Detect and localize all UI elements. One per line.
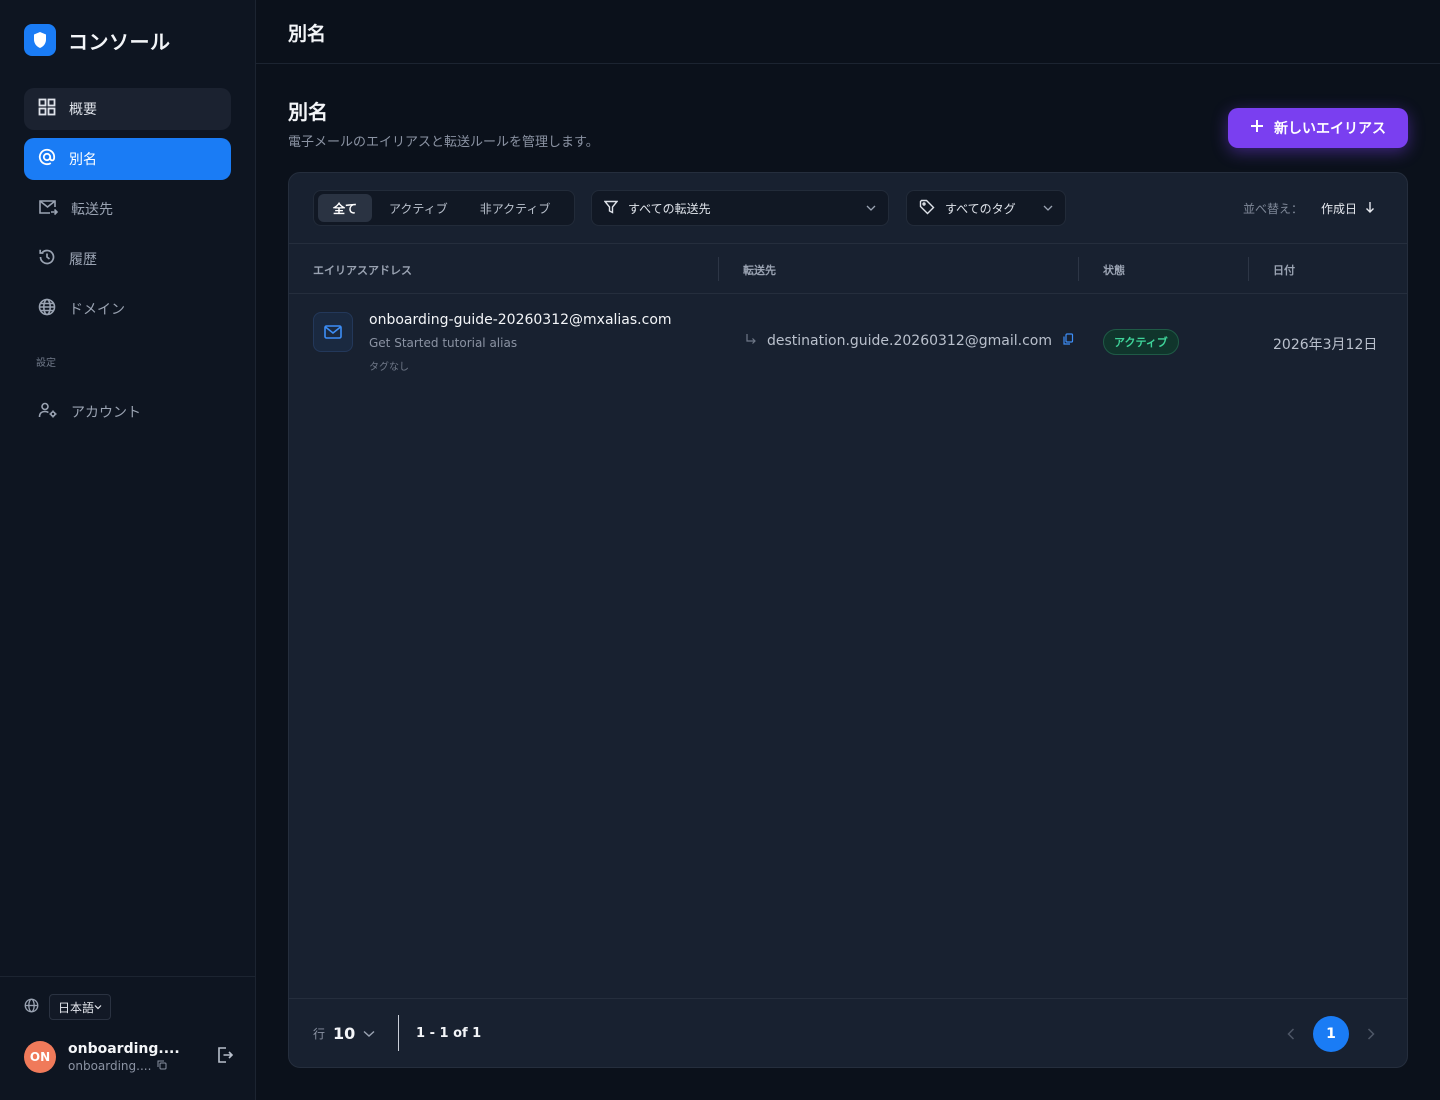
column-date[interactable]: 日付 [1273, 262, 1295, 278]
language-select[interactable]: 日本語 [49, 994, 112, 1020]
page-controls: 1 [1287, 1016, 1375, 1052]
destination-filter[interactable]: すべての転送先 [591, 190, 889, 226]
history-icon [38, 248, 56, 270]
new-alias-label: 新しいエイリアス [1274, 121, 1386, 137]
chevron-down-icon [94, 1005, 102, 1010]
sidebar-item-label: 別名 [69, 152, 97, 168]
language-switcher: 日本語 [24, 994, 112, 1020]
table-header: エイリアスアドレス 転送先 状態 日付 [289, 244, 1407, 294]
sidebar-item-label: 履歴 [69, 252, 97, 268]
grid-icon [38, 98, 56, 120]
sort-value: 作成日 [1320, 202, 1357, 216]
destination-filter-value: すべての転送先 [628, 201, 711, 216]
alias-tags: タグなし [369, 362, 409, 373]
avatar[interactable]: ON [24, 1041, 56, 1073]
sort-label: 並べ替え： [1242, 202, 1303, 216]
sidebar-item-destinations[interactable]: 転送先 [24, 188, 231, 230]
sidebar-item-history[interactable]: 履歴 [24, 238, 231, 280]
user-settings-icon [38, 401, 58, 423]
new-alias-button[interactable]: 新しいエイリアス [1228, 108, 1408, 148]
user-name: onboarding.... [68, 1041, 180, 1057]
filter-toolbar: 全て アクティブ 非アクティブ すべての転送先 すべてのタグ 並べ替え： 作成日 [289, 173, 1407, 244]
column-divider [1078, 257, 1079, 281]
sidebar-item-label: アカウント [71, 405, 141, 421]
shield-icon [24, 24, 56, 56]
plus-icon [1250, 119, 1264, 137]
page-button[interactable]: 1 [1313, 1016, 1349, 1052]
header-title: 別名 [288, 23, 327, 45]
status-filter-tabs: 全て アクティブ 非アクティブ [313, 190, 575, 226]
chevron-down-icon [866, 205, 876, 211]
column-destination[interactable]: 転送先 [743, 262, 776, 278]
globe-icon [24, 998, 39, 1017]
table-row[interactable]: onboarding-guide-20260312@mxalias.com Ge… [289, 295, 1407, 391]
sidebar-nav: 概要 別名 転送先 履歴 ドメイン 設定 アカウント [24, 88, 231, 441]
chevron-down-icon [1043, 205, 1053, 211]
sidebar-item-label: 概要 [69, 102, 97, 118]
user-profile: ON onboarding.... onboarding.... [24, 1041, 234, 1073]
rows-per-page-value: 10 [333, 1024, 356, 1043]
pagination-divider [398, 1015, 399, 1051]
sidebar: コンソール 概要 別名 転送先 履歴 ドメイン 設定 アカウント 日本語 ON … [0, 0, 256, 1100]
tag-icon [919, 199, 935, 218]
aliases-panel: 全て アクティブ 非アクティブ すべての転送先 すべてのタグ 並べ替え： 作成日 [288, 172, 1408, 1068]
tab-active[interactable]: アクティブ [374, 194, 463, 222]
page-subtitle: 電子メールのエイリアスと転送ルールを管理します。 [288, 135, 599, 150]
sidebar-item-label: 転送先 [71, 202, 113, 218]
globe-icon [38, 298, 56, 320]
column-divider [1248, 257, 1249, 281]
sort-control[interactable]: 並べ替え： 作成日 [1243, 200, 1375, 217]
created-date: 2026年3月12日 [1273, 337, 1378, 353]
tag-filter[interactable]: すべてのタグ [906, 190, 1066, 226]
forward-arrow-icon [745, 333, 757, 349]
arrow-down-icon [1365, 201, 1375, 216]
user-email-row: onboarding.... [68, 1059, 216, 1073]
alias-description: Get Started tutorial alias [369, 336, 518, 350]
at-sign-icon [38, 148, 56, 170]
app-name: コンソール [68, 29, 171, 54]
column-alias[interactable]: エイリアスアドレス [313, 262, 412, 278]
brand[interactable]: コンソール [24, 24, 171, 56]
sidebar-item-domains[interactable]: ドメイン [24, 288, 231, 330]
sidebar-footer: 日本語 ON onboarding.... onboarding.... [0, 976, 255, 1100]
logout-icon[interactable] [216, 1046, 234, 1068]
destination-email: destination.guide.20260312@gmail.com [767, 333, 1052, 349]
sidebar-item-account[interactable]: アカウント [24, 391, 231, 433]
tab-inactive[interactable]: 非アクティブ [465, 194, 566, 222]
page-title: 別名 [288, 100, 328, 124]
result-range: 1 - 1 of 1 [416, 1026, 482, 1041]
user-info: onboarding.... onboarding.... [68, 1041, 216, 1073]
top-bar: 別名 [256, 0, 1440, 64]
rows-per-page-select[interactable]: 行 10 [313, 1024, 375, 1043]
sidebar-item-aliases[interactable]: 別名 [24, 138, 231, 180]
filter-icon [603, 200, 619, 217]
sidebar-item-label: ドメイン [69, 302, 125, 318]
tag-filter-value: すべてのタグ [945, 201, 1016, 216]
chevron-down-icon [363, 1030, 375, 1037]
copy-icon[interactable] [157, 1059, 167, 1073]
mail-icon [313, 312, 353, 352]
rows-label: 行 [313, 1027, 326, 1041]
user-email: onboarding.... [68, 1059, 152, 1073]
page-header: 別名 電子メールのエイリアスと転送ルールを管理します。 [288, 96, 599, 150]
tab-all[interactable]: 全て [318, 194, 373, 222]
column-divider [718, 257, 719, 281]
sidebar-item-overview[interactable]: 概要 [24, 88, 231, 130]
mail-forward-icon [38, 198, 59, 220]
language-value: 日本語 [58, 1000, 95, 1015]
copy-icon[interactable] [1062, 333, 1074, 349]
column-status[interactable]: 状態 [1103, 262, 1125, 278]
settings-section-label: 設定 [36, 358, 56, 369]
pagination: 行 10 1 - 1 of 1 1 [289, 998, 1407, 1067]
alias-address[interactable]: onboarding-guide-20260312@mxalias.com [369, 312, 672, 328]
chevron-left-icon[interactable] [1287, 1025, 1295, 1044]
chevron-right-icon[interactable] [1367, 1025, 1375, 1044]
status-badge: アクティブ [1103, 329, 1179, 355]
destination-cell: destination.guide.20260312@gmail.com [745, 333, 1074, 349]
